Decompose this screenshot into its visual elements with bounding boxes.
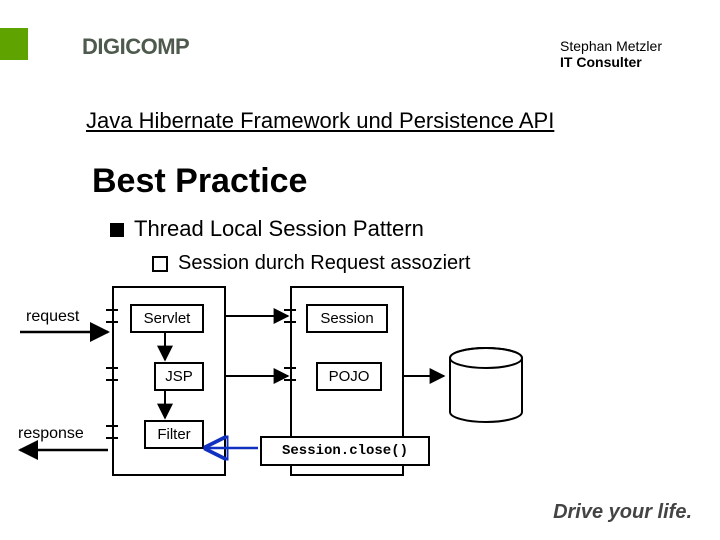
hollow-square-bullet-icon: [152, 256, 168, 272]
author-name: Stephan Metzler: [560, 38, 662, 54]
servlet-box: Servlet: [130, 304, 204, 333]
author-role: IT Consulter: [560, 54, 662, 70]
bullet-level2: Session durch Request assoziert: [152, 252, 470, 275]
session-box: Session: [306, 304, 388, 333]
response-label: response: [18, 425, 84, 443]
author-block: Stephan Metzler IT Consulter: [560, 38, 662, 70]
request-label: request: [26, 308, 79, 326]
architecture-diagram: request response Servlet JSP Filter Sess…: [0, 280, 720, 520]
tagline: Drive your life.: [553, 501, 692, 524]
bullet-level1: Thread Local Session Pattern: [110, 216, 424, 242]
database-icon: [446, 346, 526, 424]
pojo-box: POJO: [316, 362, 382, 391]
brand-logo: DIGICOMP: [82, 34, 189, 60]
page-title: Best Practice: [92, 162, 307, 201]
bullet1-text: Thread Local Session Pattern: [134, 216, 424, 241]
jsp-box: JSP: [154, 362, 204, 391]
page-topic: Java Hibernate Framework und Persistence…: [86, 108, 554, 134]
square-bullet-icon: [110, 223, 124, 237]
bullet2-text: Session durch Request assoziert: [178, 252, 470, 274]
session-close-box: Session.close(): [260, 436, 430, 466]
accent-bar: [0, 28, 28, 60]
filter-box: Filter: [144, 420, 204, 449]
